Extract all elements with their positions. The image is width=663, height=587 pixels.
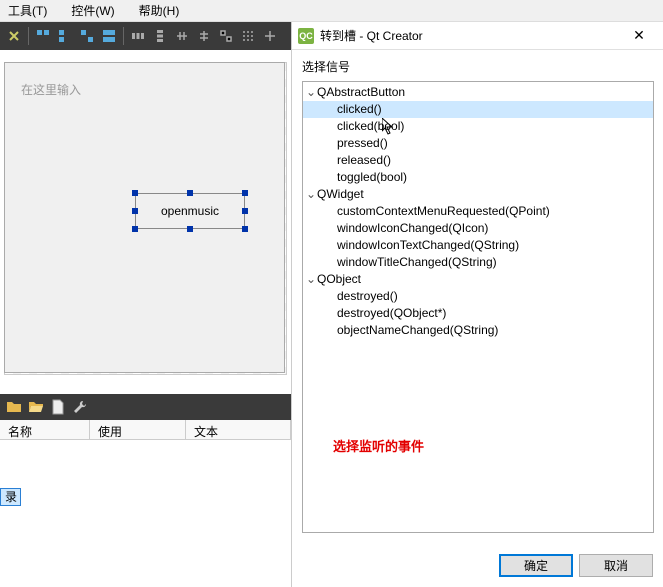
menu-tools[interactable]: 工具(T) <box>8 2 59 19</box>
signal-tree[interactable]: ⌄QAbstractButtonclicked()clicked(bool)pr… <box>302 81 654 533</box>
form-canvas[interactable]: 在这里输入 openmusic <box>4 62 285 373</box>
wrench-icon[interactable] <box>72 399 88 415</box>
resize-handle[interactable] <box>132 208 138 214</box>
layout-icon-2[interactable] <box>55 26 75 46</box>
folder-open-icon[interactable] <box>28 399 44 415</box>
adjust-icon[interactable] <box>260 26 280 46</box>
tree-signal[interactable]: released() <box>303 152 653 169</box>
dialog-close-button[interactable]: ✕ <box>621 24 657 48</box>
tree-signal[interactable]: windowIconChanged(QIcon) <box>303 220 653 237</box>
dialog-titlebar: QC 转到槽 - Qt Creator ✕ <box>292 22 663 50</box>
tree-signal[interactable]: windowTitleChanged(QString) <box>303 254 653 271</box>
pushbutton-widget[interactable]: openmusic <box>135 193 245 229</box>
close-icon[interactable] <box>4 26 24 46</box>
resize-handle[interactable] <box>132 226 138 232</box>
cancel-button[interactable]: 取消 <box>579 554 653 577</box>
hlayout-icon[interactable] <box>128 26 148 46</box>
layout-icon-4[interactable] <box>99 26 119 46</box>
goto-slot-dialog: QC 转到槽 - Qt Creator ✕ 选择信号 ⌄QAbstractBut… <box>291 22 663 587</box>
resize-handle[interactable] <box>187 226 193 232</box>
layout-icon-3[interactable] <box>77 26 97 46</box>
vsplit-icon[interactable] <box>194 26 214 46</box>
resize-handle[interactable] <box>242 226 248 232</box>
tree-group[interactable]: ⌄QWidget <box>303 186 653 203</box>
property-cell[interactable]: 录 <box>0 488 21 506</box>
tree-signal[interactable]: toggled(bool) <box>303 169 653 186</box>
menubar: 工具(T) 控件(W) 帮助(H) <box>0 0 663 22</box>
widget-text: openmusic <box>161 204 219 218</box>
tree-signal[interactable]: windowIconTextChanged(QString) <box>303 237 653 254</box>
tree-group[interactable]: ⌄QObject <box>303 271 653 288</box>
tree-signal[interactable]: pressed() <box>303 135 653 152</box>
form-designer: 在这里输入 openmusic <box>0 50 291 393</box>
col-text[interactable]: 文本 <box>186 420 291 439</box>
qt-creator-icon: QC <box>298 28 314 44</box>
tree-signal[interactable]: objectNameChanged(QString) <box>303 322 653 339</box>
ok-button[interactable]: 确定 <box>499 554 573 577</box>
tree-signal[interactable]: destroyed(QObject*) <box>303 305 653 322</box>
resize-handle[interactable] <box>132 190 138 196</box>
dialog-title: 转到槽 - Qt Creator <box>320 27 621 44</box>
col-used[interactable]: 使用 <box>90 420 186 439</box>
annotation-text: 选择监听的事件 <box>333 436 424 455</box>
tree-group[interactable]: ⌄QAbstractButton <box>303 84 653 101</box>
expand-icon[interactable]: ⌄ <box>305 186 317 203</box>
tree-signal[interactable]: clicked() <box>303 101 653 118</box>
tree-signal[interactable]: clicked(bool) <box>303 118 653 135</box>
resize-handle[interactable] <box>242 190 248 196</box>
resize-handle[interactable] <box>242 208 248 214</box>
hsplit-icon[interactable] <box>172 26 192 46</box>
folder-icon[interactable] <box>6 399 22 415</box>
action-toolbar <box>0 394 291 420</box>
document-icon[interactable] <box>50 399 66 415</box>
expand-icon[interactable]: ⌄ <box>305 271 317 288</box>
tree-signal[interactable]: destroyed() <box>303 288 653 305</box>
select-signal-label: 选择信号 <box>302 58 653 75</box>
layout-icon-1[interactable] <box>33 26 53 46</box>
col-name[interactable]: 名称 <box>0 420 90 439</box>
property-header: 名称 使用 文本 <box>0 420 291 440</box>
vlayout-icon[interactable] <box>150 26 170 46</box>
type-here-hint: 在这里输入 <box>21 81 81 98</box>
property-body: 录 <box>0 440 291 514</box>
expand-icon[interactable]: ⌄ <box>305 84 317 101</box>
break-layout-icon[interactable] <box>216 26 236 46</box>
menu-widgets[interactable]: 控件(W) <box>71 2 126 19</box>
resize-handle[interactable] <box>187 190 193 196</box>
menu-help[interactable]: 帮助(H) <box>139 2 192 19</box>
grid-icon[interactable] <box>238 26 258 46</box>
tree-signal[interactable]: customContextMenuRequested(QPoint) <box>303 203 653 220</box>
